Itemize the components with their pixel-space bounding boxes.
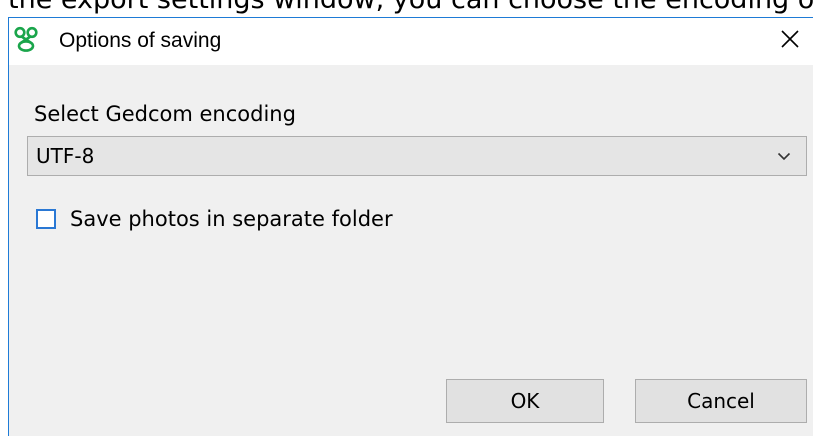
cancel-button[interactable]: Cancel <box>635 379 807 423</box>
screenshot: the export settings window, you can choo… <box>0 0 813 436</box>
dialog-title: Options of saving <box>59 29 222 52</box>
close-button[interactable] <box>767 18 813 64</box>
close-icon <box>780 29 800 53</box>
background-document-text: the export settings window, you can choo… <box>8 0 813 13</box>
ok-button[interactable]: OK <box>446 379 604 423</box>
chevron-down-icon <box>776 148 792 164</box>
title-bar: Options of saving <box>9 17 813 65</box>
encoding-select[interactable]: UTF-8 <box>27 136 807 176</box>
app-logo-icon <box>13 26 39 52</box>
encoding-label: Select Gedcom encoding <box>34 102 296 126</box>
encoding-select-value: UTF-8 <box>36 144 95 168</box>
save-photos-label: Save photos in separate folder <box>70 207 393 231</box>
options-dialog: Options of saving Select Gedcom encoding… <box>8 17 813 436</box>
save-photos-checkbox[interactable] <box>36 209 56 229</box>
save-photos-option[interactable]: Save photos in separate folder <box>27 204 393 234</box>
